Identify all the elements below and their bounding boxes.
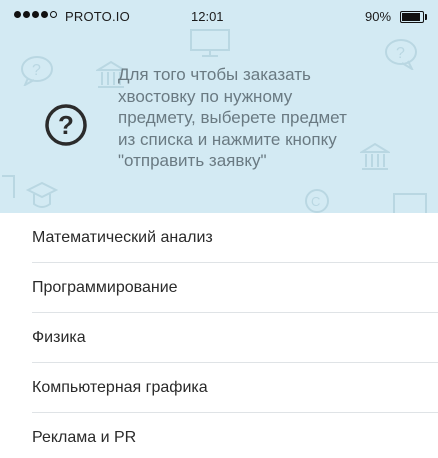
corner-line-icon [0, 170, 20, 200]
svg-text:?: ? [32, 62, 41, 79]
subject-item-advertising-pr[interactable]: Реклама и PR [0, 413, 438, 458]
signal-strength-icon [14, 11, 57, 18]
app-screen: ? ? C PROTO.IO 12:01 90% ? Для того чтоб… [0, 0, 438, 458]
subject-item-computer-graphics[interactable]: Компьютерная графика [0, 363, 438, 413]
instruction-text: Для того чтобы заказать хвостовку по нуж… [118, 64, 418, 172]
carrier-name: PROTO.IO [65, 9, 130, 24]
instruction-line: хвостовку по нужному [118, 86, 293, 106]
svg-text:C: C [311, 194, 320, 209]
subject-item-physics[interactable]: Физика [0, 313, 438, 363]
instruction-line: Для того чтобы заказать [118, 65, 311, 84]
battery-icon [400, 11, 427, 23]
status-bar: PROTO.IO 12:01 90% [0, 0, 438, 34]
instruction-line: "отправить заявку" [118, 151, 267, 170]
svg-text:?: ? [58, 110, 74, 140]
battery-percent: 90% [365, 9, 392, 24]
status-time: 12:01 [191, 9, 224, 24]
question-bubble-icon: ? [20, 56, 54, 86]
subject-list: Математический анализ Программирование Ф… [0, 213, 438, 458]
subject-item-programming[interactable]: Программирование [0, 263, 438, 313]
copyright-icon: C [304, 188, 330, 213]
instruction-line: предмету, выберете предмет [118, 108, 347, 127]
question-circle-icon: ? [44, 103, 88, 147]
graduate-icon [24, 180, 60, 213]
instruction-line: из списка и нажмите кнопку [118, 129, 337, 149]
info-header: ? ? C PROTO.IO 12:01 90% ? Для того чтоб… [0, 0, 438, 213]
svg-text:?: ? [396, 45, 405, 62]
subject-item-math-analysis[interactable]: Математический анализ [0, 213, 438, 263]
rectangle-icon [392, 192, 428, 213]
